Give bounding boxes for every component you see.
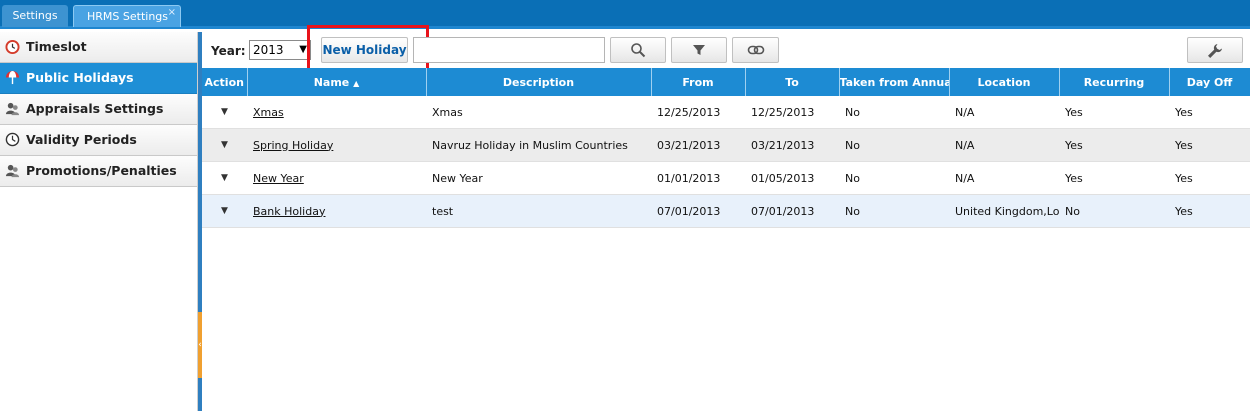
sidebar-item-validity-periods[interactable]: Validity Periods bbox=[0, 125, 197, 156]
users-icon bbox=[5, 164, 20, 178]
sidebar-item-label: Promotions/Penalties bbox=[26, 163, 177, 178]
row-action-menu[interactable]: ▼ bbox=[202, 96, 247, 129]
cell-from: 07/01/2013 bbox=[651, 194, 745, 228]
cell-recurring: No bbox=[1059, 194, 1169, 228]
cell-description: Xmas bbox=[426, 96, 651, 129]
tab-hrms-settings[interactable]: HRMS Settings × bbox=[73, 5, 181, 27]
users-icon bbox=[5, 102, 20, 116]
cell-taken-from-annual: No bbox=[839, 161, 949, 195]
cell-day-off: Yes bbox=[1169, 161, 1250, 195]
cell-to: 12/25/2013 bbox=[745, 96, 839, 129]
beach-umbrella-icon bbox=[5, 70, 20, 85]
cell-location: United Kingdom,Londo bbox=[949, 194, 1059, 228]
holidays-grid: Action Name ▲ Description From To Taken … bbox=[202, 68, 1250, 228]
column-header-name[interactable]: Name ▲ bbox=[247, 68, 427, 96]
holidays-table: Action Name ▲ Description From To Taken … bbox=[202, 68, 1250, 228]
column-header-recurring[interactable]: Recurring bbox=[1059, 68, 1170, 96]
cell-recurring: Yes bbox=[1059, 161, 1169, 195]
table-row[interactable]: ▼ Spring Holiday Navruz Holiday in Musli… bbox=[202, 128, 1250, 162]
cell-to: 07/01/2013 bbox=[745, 194, 839, 228]
sidebar-item-label: Appraisals Settings bbox=[26, 101, 164, 116]
row-action-menu[interactable]: ▼ bbox=[202, 128, 247, 162]
sidebar-item-timeslot[interactable]: Timeslot bbox=[0, 32, 197, 63]
holiday-name-link[interactable]: Xmas bbox=[253, 106, 284, 119]
sidebar-item-public-holidays[interactable]: Public Holidays bbox=[0, 63, 197, 94]
toolbar: Year: 2013 ▼ New Holiday bbox=[202, 25, 1250, 76]
year-label: Year: bbox=[211, 44, 246, 58]
cell-taken-from-annual: No bbox=[839, 128, 949, 162]
column-header-description[interactable]: Description bbox=[426, 68, 652, 96]
cell-from: 12/25/2013 bbox=[651, 96, 745, 129]
cell-description: New Year bbox=[426, 161, 651, 195]
cell-recurring: Yes bbox=[1059, 128, 1169, 162]
sidebar-item-label: Validity Periods bbox=[26, 132, 137, 147]
cell-day-off: Yes bbox=[1169, 194, 1250, 228]
search-button[interactable] bbox=[610, 37, 666, 63]
column-header-day-off[interactable]: Day Off bbox=[1169, 68, 1250, 96]
column-header-name-label: Name bbox=[313, 75, 350, 89]
cell-to: 03/21/2013 bbox=[745, 128, 839, 162]
cell-day-off: Yes bbox=[1169, 128, 1250, 162]
settings-button[interactable] bbox=[1187, 37, 1243, 63]
cell-location: N/A bbox=[949, 128, 1059, 162]
wrench-icon bbox=[1208, 44, 1222, 58]
filter-icon bbox=[693, 45, 705, 55]
table-row[interactable]: ▼ New Year New Year 01/01/2013 01/05/201… bbox=[202, 161, 1250, 195]
row-action-menu[interactable]: ▼ bbox=[202, 161, 247, 195]
column-header-to[interactable]: To bbox=[745, 68, 840, 96]
search-icon bbox=[631, 43, 646, 58]
link-icon bbox=[747, 45, 764, 55]
sidebar-item-appraisals-settings[interactable]: Appraisals Settings bbox=[0, 94, 197, 125]
chevron-down-icon: ▼ bbox=[299, 44, 307, 55]
table-row[interactable]: ▼ Bank Holiday test 07/01/2013 07/01/201… bbox=[202, 194, 1250, 228]
search-input[interactable] bbox=[413, 37, 605, 63]
sidebar-item-label: Public Holidays bbox=[26, 70, 134, 85]
holiday-name-link[interactable]: New Year bbox=[253, 172, 304, 185]
close-icon[interactable]: × bbox=[168, 2, 176, 24]
cell-from: 01/01/2013 bbox=[651, 161, 745, 195]
cell-day-off: Yes bbox=[1169, 96, 1250, 129]
holiday-name-link[interactable]: Bank Holiday bbox=[253, 205, 325, 218]
column-header-taken-from-annual[interactable]: Taken from Annual bbox=[839, 68, 950, 96]
cell-location: N/A bbox=[949, 96, 1059, 129]
table-row[interactable]: ▼ Xmas Xmas 12/25/2013 12/25/2013 No N/A… bbox=[202, 96, 1250, 129]
cell-taken-from-annual: No bbox=[839, 96, 949, 129]
cell-location: N/A bbox=[949, 161, 1059, 195]
filter-button[interactable] bbox=[671, 37, 727, 63]
tab-hrms-settings-label: HRMS Settings bbox=[87, 10, 169, 23]
sidebar: Timeslot Public Holidays Appraisals Sett… bbox=[0, 32, 198, 411]
year-select[interactable]: 2013 ▼ bbox=[249, 40, 311, 60]
tab-bar: Settings HRMS Settings × bbox=[0, 0, 1250, 29]
cell-description: Navruz Holiday in Muslim Countries bbox=[426, 128, 651, 162]
sidebar-item-promotions-penalties[interactable]: Promotions/Penalties bbox=[0, 156, 197, 187]
column-header-action[interactable]: Action bbox=[202, 68, 248, 96]
column-header-from[interactable]: From bbox=[651, 68, 746, 96]
column-header-location[interactable]: Location bbox=[949, 68, 1060, 96]
clock-icon bbox=[5, 132, 20, 147]
tab-settings[interactable]: Settings bbox=[2, 5, 68, 27]
table-header-row: Action Name ▲ Description From To Taken … bbox=[202, 68, 1250, 96]
reset-button[interactable] bbox=[732, 37, 779, 63]
year-select-value: 2013 bbox=[253, 43, 284, 57]
cell-taken-from-annual: No bbox=[839, 194, 949, 228]
cell-recurring: Yes bbox=[1059, 96, 1169, 129]
cell-to: 01/05/2013 bbox=[745, 161, 839, 195]
row-action-menu[interactable]: ▼ bbox=[202, 194, 247, 228]
cell-description: test bbox=[426, 194, 651, 228]
sidebar-item-label: Timeslot bbox=[26, 39, 87, 54]
clock-alarm-icon bbox=[5, 39, 20, 54]
cell-from: 03/21/2013 bbox=[651, 128, 745, 162]
sort-ascending-icon: ▲ bbox=[353, 78, 360, 88]
collapse-handle[interactable]: ‹ bbox=[198, 312, 202, 378]
holiday-name-link[interactable]: Spring Holiday bbox=[253, 139, 333, 152]
